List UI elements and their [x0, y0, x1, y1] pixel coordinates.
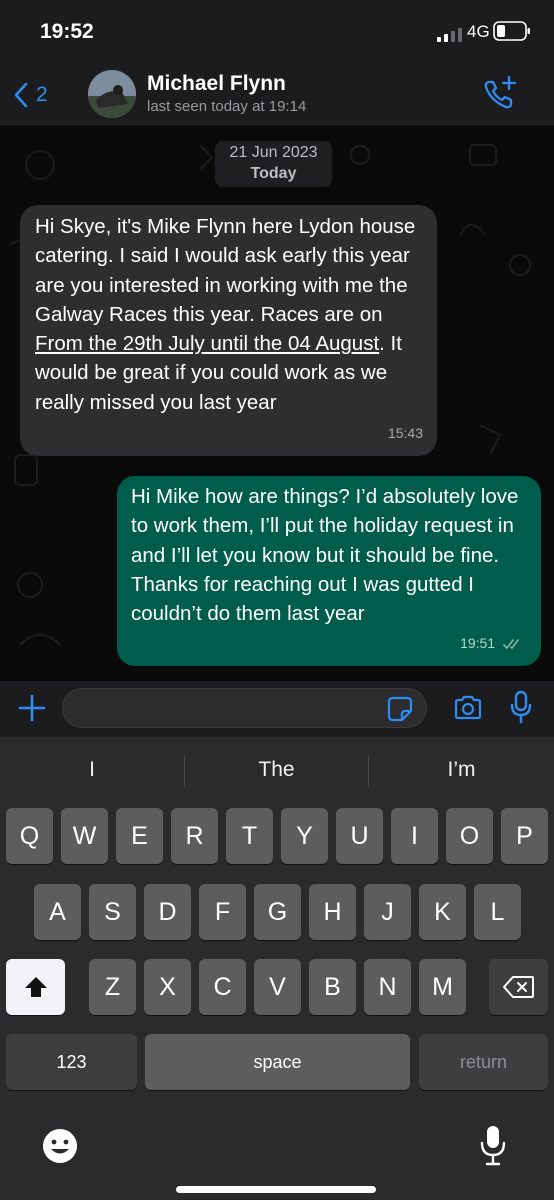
key-q[interactable]: Q — [6, 808, 53, 864]
key-a[interactable]: A — [34, 884, 81, 940]
key-p[interactable]: P — [501, 808, 548, 864]
shift-arrow-icon — [24, 977, 47, 997]
key-k[interactable]: K — [419, 884, 466, 940]
key-x[interactable]: X — [144, 959, 191, 1015]
key-e[interactable]: E — [116, 808, 163, 864]
camera-icon[interactable] — [453, 694, 483, 722]
key-b[interactable]: B — [309, 959, 356, 1015]
key-w[interactable]: W — [61, 808, 108, 864]
key-v[interactable]: V — [254, 959, 301, 1015]
signal-icon — [437, 28, 462, 42]
backspace-icon — [502, 976, 534, 998]
key-z[interactable]: Z — [89, 959, 136, 1015]
suggestion-2[interactable]: The — [185, 758, 368, 786]
key-y[interactable]: Y — [281, 808, 328, 864]
key-n[interactable]: N — [364, 959, 411, 1015]
numbers-key[interactable]: 123 — [6, 1034, 137, 1090]
suggestion-1[interactable]: I — [0, 758, 184, 786]
microphone-icon[interactable] — [509, 690, 533, 724]
message-input[interactable] — [62, 688, 427, 728]
contact-photo — [88, 70, 136, 118]
network-type: 4G — [467, 22, 490, 41]
key-o[interactable]: O — [446, 808, 493, 864]
dictation-microphone-icon[interactable] — [479, 1124, 507, 1166]
key-r[interactable]: R — [171, 808, 218, 864]
battery-icon — [493, 21, 530, 41]
status-time: 19:52 — [40, 20, 94, 43]
key-d[interactable]: D — [144, 884, 191, 940]
key-i[interactable]: I — [391, 808, 438, 864]
key-u[interactable]: U — [336, 808, 383, 864]
sticker-icon[interactable] — [387, 696, 413, 722]
unread-chats-count: 2 — [36, 83, 48, 106]
message-text: Hi Skye, it's Mike Flynn here Lydon hous… — [35, 215, 416, 326]
key-j[interactable]: J — [364, 884, 411, 940]
today-label: Today — [250, 165, 297, 182]
key-s[interactable]: S — [89, 884, 136, 940]
delete-key[interactable] — [489, 959, 548, 1015]
outgoing-message[interactable]: Hi Mike how are things? I’d absolutely l… — [117, 476, 541, 666]
key-m[interactable]: M — [419, 959, 466, 1015]
key-t[interactable]: T — [226, 808, 273, 864]
space-key[interactable]: space — [145, 1034, 410, 1090]
key-c[interactable]: C — [199, 959, 246, 1015]
date-link[interactable]: From the 29th July until the 04 August — [35, 332, 379, 355]
emoji-icon[interactable] — [40, 1126, 80, 1166]
date-chip: 21 Jun 2023 Today — [215, 141, 332, 187]
chevron-left-icon — [14, 82, 28, 108]
key-h[interactable]: H — [309, 884, 356, 940]
back-button[interactable]: 2 — [14, 76, 64, 114]
contact-name[interactable]: Michael Flynn — [147, 72, 286, 96]
add-call-icon[interactable] — [480, 74, 520, 114]
return-key[interactable]: return — [419, 1034, 548, 1090]
home-indicator[interactable] — [176, 1186, 376, 1193]
message-time: 19:51 — [460, 634, 496, 651]
avatar[interactable] — [88, 70, 136, 118]
suggestion-3[interactable]: I’m — [369, 758, 554, 786]
last-seen-status: last seen today at 19:14 — [147, 98, 307, 115]
double-check-icon — [503, 639, 519, 649]
key-f[interactable]: F — [199, 884, 246, 940]
plus-icon[interactable] — [18, 694, 46, 722]
key-l[interactable]: L — [474, 884, 521, 940]
message-meta: 19:51 — [460, 629, 523, 658]
message-text: Hi Mike how are things? I’d absolutely l… — [131, 485, 519, 626]
incoming-message[interactable]: Hi Skye, it's Mike Flynn here Lydon hous… — [20, 205, 437, 456]
message-time: 15:43 — [387, 424, 423, 441]
shift-key[interactable] — [6, 959, 65, 1015]
key-g[interactable]: G — [254, 884, 301, 940]
date-label: 21 Jun 2023 — [229, 144, 318, 161]
